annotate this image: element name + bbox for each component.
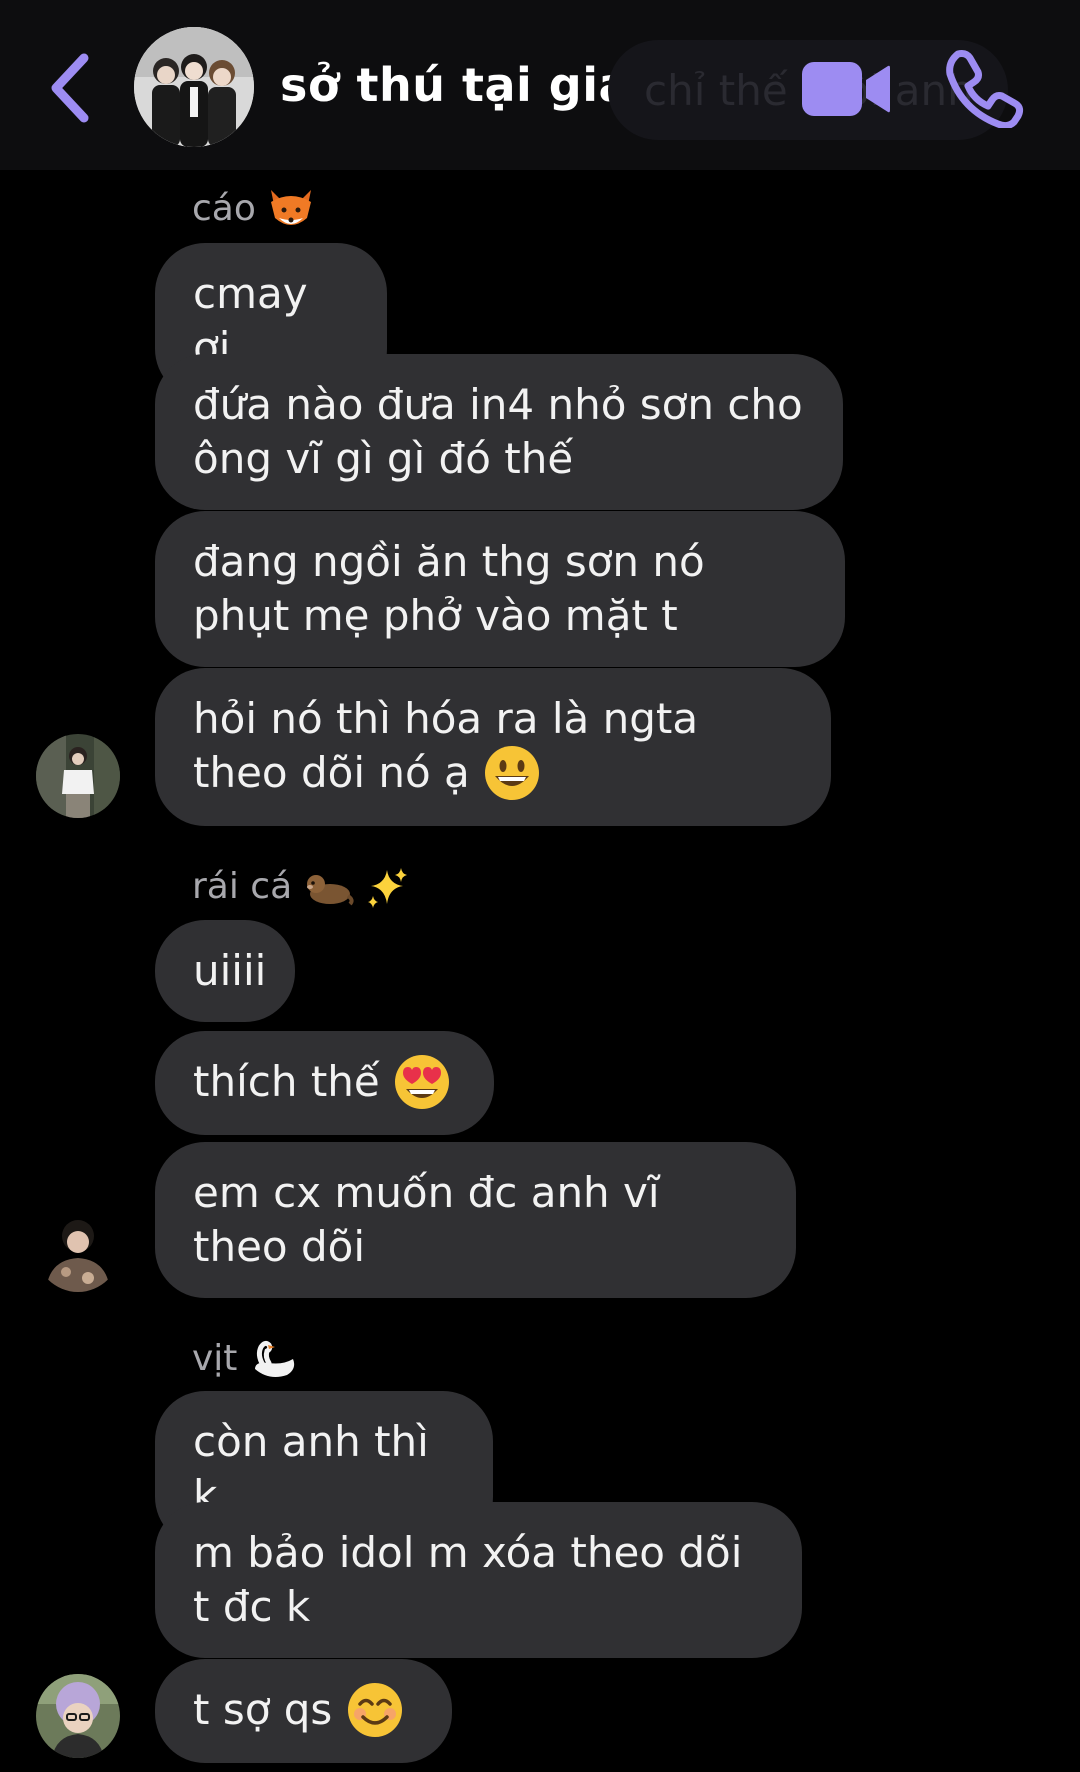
voice-call-button[interactable] [944, 48, 1024, 130]
group-avatar[interactable] [134, 27, 254, 147]
message-text: đang ngồi ăn thg sơn nó phụt mẹ phở vào … [193, 537, 705, 640]
message-bubble[interactable]: hỏi nó thì hóa ra là ngta theo dõi nó ạ [155, 668, 831, 826]
video-call-button[interactable] [800, 58, 892, 120]
message-text: hỏi nó thì hóa ra là ngta theo dõi nó ạ [193, 694, 699, 797]
message-text: em cx muốn đc anh vĩ theo dõi [193, 1168, 660, 1271]
sender-name-text: vịt [192, 1338, 238, 1379]
message-text: thích thế [193, 1057, 380, 1106]
swan-emoji-icon [254, 1340, 295, 1377]
message-text: đứa nào đưa in4 nhỏ sơn cho ông vĩ gì gì… [193, 380, 803, 483]
phone-icon [946, 50, 1024, 130]
sender-name-text: cáo [192, 188, 256, 229]
message-bubble[interactable]: thích thế [155, 1031, 494, 1135]
avatar[interactable] [36, 1208, 120, 1292]
message-bubble[interactable]: m bảo idol m xóa theo dõi t đc k [155, 1502, 802, 1658]
message-bubble[interactable]: em cx muốn đc anh vĩ theo dõi [155, 1142, 796, 1298]
message-text: t sợ qs [193, 1685, 333, 1734]
chat-title[interactable]: sở thú tại gia [280, 58, 630, 112]
grinning-face-emoji-icon [485, 745, 540, 800]
video-camera-icon [802, 62, 890, 116]
message-bubble[interactable]: đang ngồi ăn thg sơn nó phụt mẹ phở vào … [155, 511, 845, 667]
message-text: m bảo idol m xóa theo dõi t đc k [193, 1528, 743, 1631]
smiling-face-emoji-icon [347, 1682, 402, 1737]
chat-header: sở thú tại gia chỉ thế thôi anh [0, 0, 1080, 170]
message-bubble[interactable]: uiiii [155, 920, 295, 1022]
sender-name-text: rái cá [192, 866, 293, 907]
back-button[interactable] [40, 50, 100, 126]
user-photo-image [36, 734, 120, 818]
chevron-left-icon [51, 53, 89, 123]
sender-name: rái cá [192, 866, 409, 910]
group-photo-image [134, 27, 254, 147]
avatar[interactable] [36, 1674, 120, 1758]
avatar[interactable] [36, 734, 120, 818]
message-text: uiiii [193, 946, 267, 995]
fox-emoji-icon [271, 190, 312, 225]
message-bubble[interactable]: t sợ qs [155, 1659, 452, 1763]
user-photo-image [36, 1208, 120, 1292]
user-photo-image [36, 1674, 120, 1758]
otter-emoji-icon [306, 875, 354, 906]
heart-eyes-emoji-icon [395, 1054, 450, 1109]
sender-name: cáo [192, 188, 315, 232]
sender-name: vịt [192, 1338, 301, 1381]
message-bubble[interactable]: đứa nào đưa in4 nhỏ sơn cho ông vĩ gì gì… [155, 354, 843, 510]
sparkles-emoji-icon [368, 868, 408, 908]
